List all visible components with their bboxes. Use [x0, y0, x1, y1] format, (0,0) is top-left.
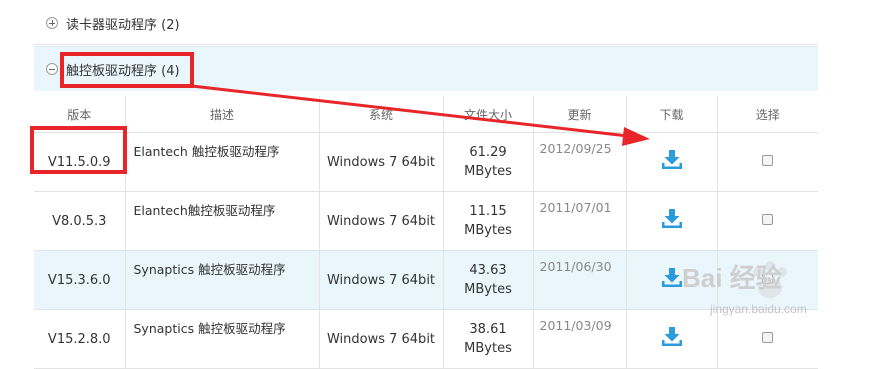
- header-select: 选择: [717, 96, 818, 133]
- size-unit: MBytes: [464, 341, 512, 356]
- select-cell: [717, 191, 818, 251]
- download-icon[interactable]: [660, 149, 684, 171]
- version-cell: V8.0.5.3: [34, 191, 126, 251]
- size-unit: MBytes: [464, 164, 512, 179]
- table-header-row: 版本 描述 系统 文件大小 更新 下载 选择: [34, 96, 818, 133]
- select-checkbox[interactable]: [762, 331, 774, 343]
- download-cell: [626, 132, 718, 192]
- header-date: 更新: [533, 96, 627, 133]
- size-cell: 61.29 MBytes: [443, 132, 534, 192]
- table-row: V8.0.5.3 Elantech触控板驱动程序 Windows 7 64bit…: [34, 191, 818, 251]
- header-download: 下载: [626, 96, 718, 133]
- system-cell: Windows 7 64bit: [319, 309, 444, 369]
- header-system: 系统: [319, 96, 444, 133]
- collapse-icon[interactable]: [46, 63, 58, 75]
- watermark-brand: Bai 经验: [682, 263, 782, 293]
- size-cell: 11.15 MBytes: [443, 191, 534, 251]
- size-cell: 43.63 MBytes: [443, 250, 534, 310]
- highlight-box-category: [60, 52, 194, 88]
- description-cell: Elantech 触控板驱动程序: [125, 132, 320, 192]
- size-value: 38.61: [469, 322, 507, 337]
- date-cell: 2011/06/30: [533, 250, 627, 310]
- select-checkbox[interactable]: [762, 213, 774, 225]
- date-cell: 2012/09/25: [533, 132, 627, 192]
- size-unit: MBytes: [464, 223, 512, 238]
- expand-icon[interactable]: [46, 17, 58, 29]
- select-cell: [717, 132, 818, 192]
- select-cell: [717, 309, 818, 369]
- version-cell: V15.3.6.0: [34, 250, 126, 310]
- size-cell: 38.61 MBytes: [443, 309, 534, 369]
- size-unit: MBytes: [464, 282, 512, 297]
- download-icon[interactable]: [660, 267, 684, 289]
- version-cell: V15.2.8.0: [34, 309, 126, 369]
- description-cell: Synaptics 触控板驱动程序: [125, 250, 320, 310]
- select-checkbox[interactable]: [762, 154, 774, 166]
- driver-table: 版本 描述 系统 文件大小 更新 下载 选择 V11.5.0.9 Elantec…: [34, 96, 818, 369]
- download-icon[interactable]: [660, 208, 684, 230]
- system-cell: Windows 7 64bit: [319, 191, 444, 251]
- table-row: V11.5.0.9 Elantech 触控板驱动程序 Windows 7 64b…: [34, 132, 818, 192]
- header-size: 文件大小: [443, 96, 534, 133]
- watermark-url: jingyan.baidu.com: [710, 302, 807, 316]
- table-row: V15.2.8.0 Synaptics 触控板驱动程序 Windows 7 64…: [34, 309, 818, 369]
- size-value: 61.29: [469, 145, 507, 160]
- download-cell: [626, 309, 718, 369]
- highlight-box-version: [30, 126, 127, 174]
- category-card-reader[interactable]: 读卡器驱动程序 (2): [34, 2, 818, 45]
- size-value: 43.63: [469, 263, 507, 278]
- system-cell: Windows 7 64bit: [319, 250, 444, 310]
- date-cell: 2011/03/09: [533, 309, 627, 369]
- download-cell: [626, 191, 718, 251]
- system-cell: Windows 7 64bit: [319, 132, 444, 192]
- description-cell: Synaptics 触控板驱动程序: [125, 309, 320, 369]
- header-description: 描述: [125, 96, 320, 133]
- description-cell: Elantech触控板驱动程序: [125, 191, 320, 251]
- size-value: 11.15: [469, 204, 507, 219]
- download-icon[interactable]: [660, 326, 684, 348]
- category-label: 读卡器驱动程序 (2): [66, 17, 180, 33]
- date-cell: 2011/07/01: [533, 191, 627, 251]
